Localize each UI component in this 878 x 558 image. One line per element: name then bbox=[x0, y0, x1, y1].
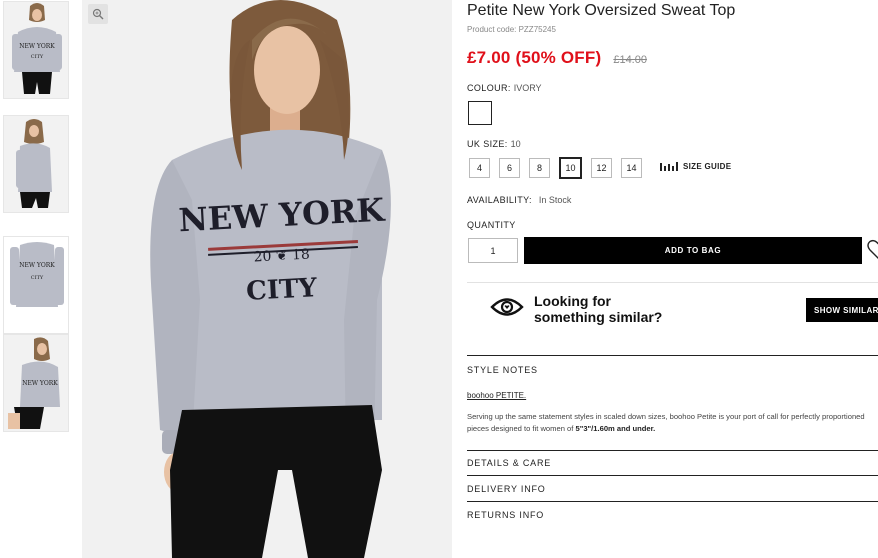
similar-line1: Looking for bbox=[534, 293, 611, 309]
availability: AVAILABILITY: In Stock bbox=[467, 195, 571, 205]
show-similar-button[interactable]: SHOW SIMILAR bbox=[806, 298, 878, 322]
similar-prompt: Looking for something similar? bbox=[534, 293, 662, 325]
size-guide-link[interactable]: SIZE GUIDE bbox=[660, 162, 731, 171]
divider bbox=[467, 501, 878, 502]
svg-text:CITY: CITY bbox=[245, 273, 318, 307]
size-label: UK SIZE: 10 bbox=[467, 139, 521, 149]
wishlist-button[interactable] bbox=[866, 237, 878, 261]
original-price: £14.00 bbox=[613, 54, 647, 66]
divider bbox=[467, 450, 878, 451]
style-notes-description: Serving up the same statement styles in … bbox=[467, 411, 867, 435]
price-row: £7.00 (50% OFF) £14.00 bbox=[467, 48, 647, 68]
thumbnail-seated-view[interactable]: NEW YORK bbox=[3, 334, 69, 432]
sale-price: £7.00 (50% OFF) bbox=[467, 48, 602, 67]
colour-label: COLOUR: IVORY bbox=[467, 83, 542, 93]
ruler-icon bbox=[660, 162, 678, 171]
size-option-selected[interactable]: 10 bbox=[559, 157, 582, 179]
description-text: Serving up the same statement styles in … bbox=[467, 412, 865, 433]
size-option[interactable]: 8 bbox=[529, 158, 550, 178]
product-info-panel: Petite New York Oversized Sweat Top Prod… bbox=[467, 0, 878, 558]
add-to-bag-button[interactable]: ADD TO BAG bbox=[524, 237, 862, 264]
size-value: 10 bbox=[510, 139, 521, 149]
divider bbox=[467, 475, 878, 476]
svg-text:CITY: CITY bbox=[31, 275, 44, 281]
size-label-text: UK SIZE: bbox=[467, 139, 508, 149]
availability-value: In Stock bbox=[538, 195, 572, 205]
divider bbox=[467, 355, 878, 356]
style-notes-heading: STYLE NOTES bbox=[467, 365, 538, 375]
quantity-input[interactable]: 1 bbox=[468, 238, 518, 263]
svg-text:NEW YORK: NEW YORK bbox=[19, 43, 55, 50]
product-title: Petite New York Oversized Sweat Top bbox=[467, 2, 736, 19]
thumbnail-front-view[interactable]: NEW YORK CITY bbox=[3, 1, 69, 99]
svg-text:CITY: CITY bbox=[31, 54, 44, 60]
svg-text:NEW YORK: NEW YORK bbox=[19, 262, 55, 269]
colour-swatch-ivory[interactable] bbox=[468, 101, 492, 125]
availability-label: AVAILABILITY: bbox=[467, 195, 532, 205]
svg-text:NEW YORK: NEW YORK bbox=[22, 380, 58, 387]
delivery-info-accordion[interactable]: DELIVERY INFO bbox=[467, 484, 546, 494]
zoom-button[interactable] bbox=[88, 4, 108, 24]
colour-label-text: COLOUR: bbox=[467, 83, 511, 93]
heart-icon bbox=[867, 239, 878, 259]
product-code: Product code: PZZ75245 bbox=[467, 25, 556, 34]
similar-line2: something similar? bbox=[534, 309, 663, 325]
eye-icon bbox=[490, 296, 524, 323]
size-options: 4 6 8 10 12 14 bbox=[469, 157, 651, 179]
size-option[interactable]: 14 bbox=[621, 158, 642, 178]
size-option[interactable]: 12 bbox=[591, 158, 612, 178]
colour-value: IVORY bbox=[513, 83, 542, 93]
size-option[interactable]: 4 bbox=[469, 158, 490, 178]
returns-info-accordion[interactable]: RETURNS INFO bbox=[467, 510, 544, 520]
quantity-label: QUANTITY bbox=[467, 220, 516, 230]
svg-text:20 ❦ 18: 20 ❦ 18 bbox=[253, 247, 310, 266]
brand-link[interactable]: boohoo PETITE. bbox=[467, 391, 526, 400]
thumbnail-flat-view[interactable]: NEW YORK CITY bbox=[3, 236, 69, 334]
main-product-image[interactable]: NEW YORK 20 ❦ 18 CITY bbox=[82, 0, 452, 558]
description-bold: 5"3"/1.60m and under. bbox=[575, 424, 656, 433]
details-care-accordion[interactable]: DETAILS & CARE bbox=[467, 458, 551, 468]
thumbnail-side-view[interactable] bbox=[3, 115, 69, 213]
size-guide-label: SIZE GUIDE bbox=[683, 162, 732, 171]
magnifier-zoom-icon bbox=[92, 8, 104, 20]
divider bbox=[467, 282, 878, 283]
size-option[interactable]: 6 bbox=[499, 158, 520, 178]
